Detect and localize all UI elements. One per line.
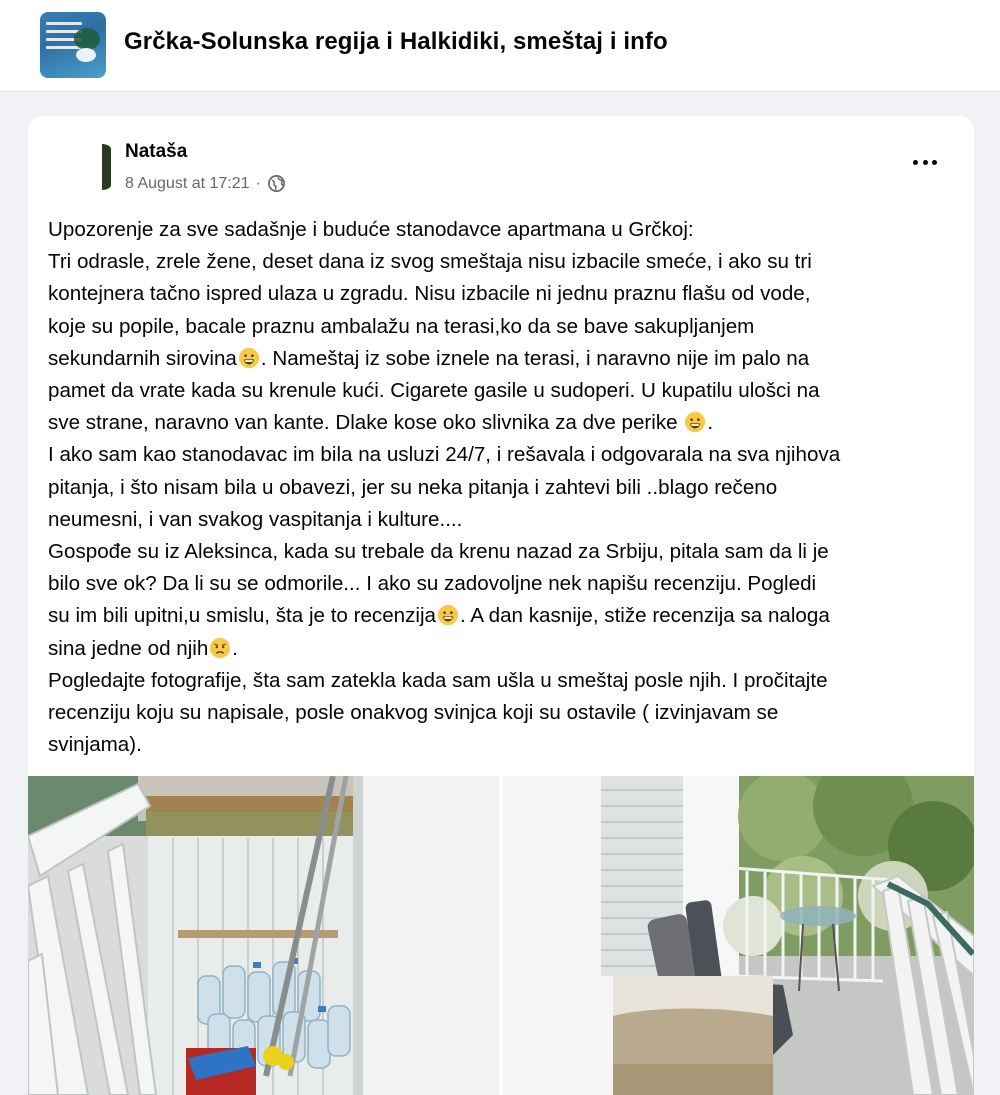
globe-icon[interactable] [267, 174, 286, 193]
more-options-icon[interactable] [910, 152, 940, 172]
post-text-line: koje su popile, bacale praznu ambalažu n… [48, 314, 755, 338]
post-text-segment: sina jedne od njih [48, 636, 209, 660]
post-text-line: su im bili upitni,u smislu, šta je to re… [48, 600, 960, 632]
post-text-segment: . [707, 411, 714, 435]
author-avatar[interactable] [100, 144, 114, 190]
post-text-segment: sve strane, naravno van kante. Dlake kos… [48, 411, 678, 435]
post-text-line: I ako sam kao stanodavac im bila na uslu… [48, 443, 841, 467]
meta-separator: · [255, 174, 261, 192]
post-text-line: recenziju koju su napisale, posle onakvo… [48, 701, 779, 725]
post-text-segment: su im bili upitni,u smislu, šta je to re… [48, 604, 437, 628]
post-text-line: sekundarnih sirovina . Nameštaj iz sobe i… [48, 343, 960, 375]
post-text-line: svinjama). [48, 733, 142, 757]
post-text-segment: sekundarnih sirovina [48, 346, 237, 370]
post-text-line: sina jedne od njih. [48, 633, 960, 665]
post-text-segment: . A dan kasnije, stiže recenzija sa nalo… [460, 604, 830, 628]
post-text-segment: . Nameštaj iz sobe iznele na terasi, i n… [260, 346, 810, 370]
post-text-line: Pogledajte fotografije, šta sam zatekla … [48, 668, 828, 692]
post-text-line: Tri odrasle, zrele žene, deset dana iz s… [48, 250, 812, 274]
post-meta: 8 August at 17:21 · [125, 174, 286, 193]
post-date[interactable]: 8 August at 17:21 [125, 175, 250, 193]
group-header: Grčka-Solunska regija i Halkidiki, smešt… [0, 0, 1000, 92]
author-name[interactable]: Nataša [125, 141, 187, 163]
post-text-line: neumesni, i van svakog vaspitanja i kult… [48, 507, 463, 531]
post-text-line: Upozorenje za sve sadašnje i buduće stan… [48, 218, 694, 241]
post-text-line: pamet da vrate kada su krenule kući. Cig… [48, 379, 820, 403]
grinning-face-emoji [685, 412, 706, 433]
post-photos [28, 776, 974, 1095]
post-card: Nataša 8 August at 17:21 · Upozorenje za… [28, 116, 974, 1095]
balcony-with-furniture-photo[interactable] [503, 776, 974, 1095]
grinning-face-emoji [238, 347, 259, 368]
group-title[interactable]: Grčka-Solunska regija i Halkidiki, smešt… [124, 28, 668, 56]
grinning-face-emoji [437, 605, 459, 626]
post-text-segment: . [232, 636, 239, 660]
post-text-line: pitanja, i što nisam bila u obavezi, jer… [48, 475, 778, 499]
post-text-line: bilo sve ok? Da li su se odmorile... I a… [48, 572, 817, 596]
post-text: Upozorenje za sve sadašnje i buduće stan… [48, 214, 960, 761]
group-cover-thumbnail[interactable] [40, 12, 106, 78]
balcony-with-empty-bottles-photo[interactable] [28, 776, 499, 1095]
post-text-line: kontejnera tačno ispred ulaza u zgradu. … [48, 282, 811, 306]
worried-face-emoji [210, 637, 231, 658]
post-text-line: Gospođe su iz Aleksinca, kada su trebale… [48, 540, 829, 564]
post-text-line: sve strane, naravno van kante. Dlake kos… [48, 407, 960, 439]
